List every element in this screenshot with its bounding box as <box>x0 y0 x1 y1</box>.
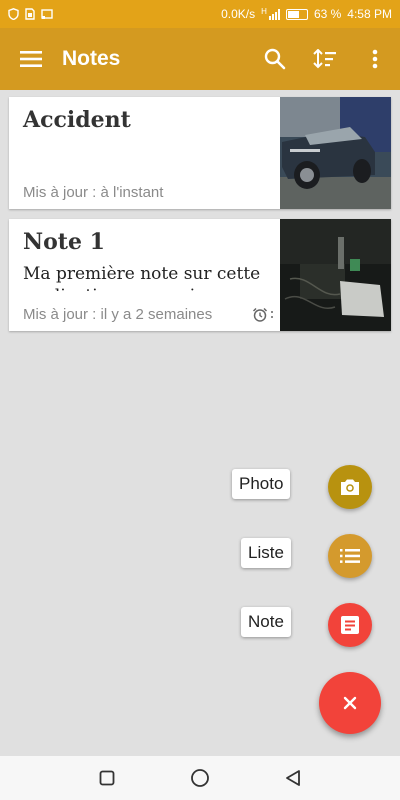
back-icon <box>286 770 301 786</box>
alarm-clock-icon <box>252 307 273 322</box>
list-label[interactable]: Liste <box>241 538 291 568</box>
signal-icon <box>268 8 280 20</box>
app-bar: Notes <box>0 28 400 90</box>
network-speed: 0.0K/s <box>221 7 256 21</box>
clock: 4:58 PM <box>347 7 392 21</box>
note-text-area: Accident Mis à jour : à l'instant <box>9 97 280 209</box>
network-type: H <box>261 7 267 16</box>
back-button[interactable] <box>273 758 313 798</box>
battery-icon <box>285 8 308 20</box>
close-icon <box>343 696 357 710</box>
cast-icon <box>41 8 53 19</box>
recents-icon <box>99 770 115 786</box>
add-photo-note-button[interactable] <box>328 465 372 509</box>
sim-card-icon <box>25 8 35 20</box>
status-bar: 0.0K/s H 63 % 4:58 PM <box>0 0 400 28</box>
note-thumbnail <box>280 219 391 331</box>
recents-button[interactable] <box>87 758 127 798</box>
note-icon <box>341 616 359 634</box>
add-list-note-button[interactable] <box>328 534 372 578</box>
note-card[interactable]: Note 1 Ma première note sur cette applic… <box>9 219 391 331</box>
note-title: Note 1 <box>23 229 105 255</box>
hamburger-icon <box>20 51 42 67</box>
search-button[interactable] <box>250 28 300 90</box>
note-thumbnail <box>280 97 391 209</box>
menu-button[interactable] <box>0 28 62 90</box>
close-fab-menu-button[interactable] <box>319 672 381 734</box>
system-nav-bar <box>0 756 400 800</box>
battery-percent: 63 % <box>313 7 342 21</box>
note-title: Accident <box>23 107 131 133</box>
note-updated: Mis à jour : il y a 2 semaines <box>23 306 213 323</box>
photo-label[interactable]: Photo <box>232 469 291 499</box>
note-card[interactable]: Accident Mis à jour : à l'instant <box>9 97 391 209</box>
note-text-area: Note 1 Ma première note sur cette applic… <box>9 219 280 331</box>
note-body: Ma première note sur cette application p… <box>23 264 261 291</box>
note-label[interactable]: Note <box>241 607 291 637</box>
shield-icon <box>8 8 19 20</box>
sort-button[interactable] <box>300 28 350 90</box>
overflow-menu-button[interactable] <box>350 28 400 90</box>
home-icon <box>191 769 209 787</box>
overflow-icon <box>372 49 378 69</box>
home-button[interactable] <box>180 758 220 798</box>
search-icon <box>264 48 286 70</box>
sort-icon <box>313 49 336 69</box>
list-icon <box>340 549 360 563</box>
page-title: Notes <box>62 47 121 70</box>
add-text-note-button[interactable] <box>328 603 372 647</box>
camera-icon <box>341 479 359 495</box>
note-updated: Mis à jour : à l'instant <box>23 184 164 201</box>
